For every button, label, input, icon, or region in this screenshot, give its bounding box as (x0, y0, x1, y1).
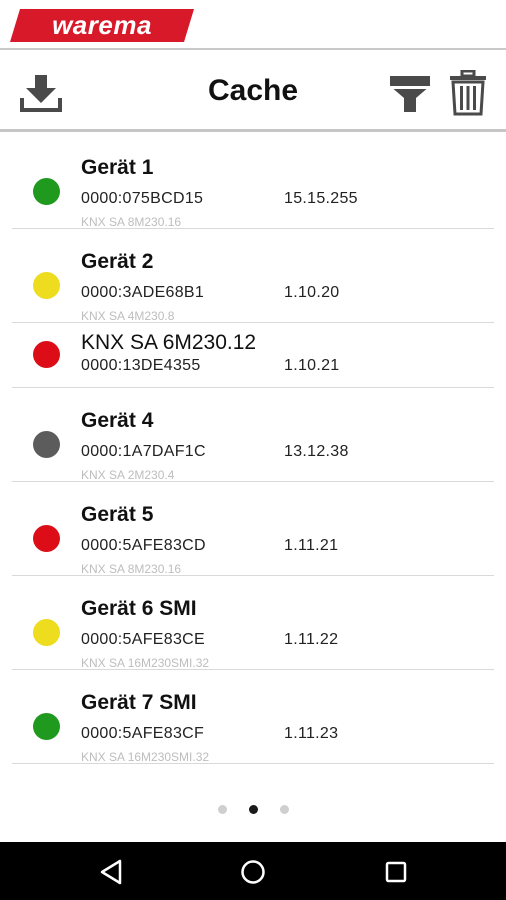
page-dot-3[interactable] (279, 805, 289, 814)
list-item[interactable]: Gerät 7 SMI 0000:5AFE83CF 1.11.23 KNX SA… (12, 670, 494, 764)
list-item[interactable]: Gerät 6 SMI 0000:5AFE83CE 1.11.22 KNX SA… (12, 576, 494, 670)
device-type: KNX SA 8M230.16 (81, 562, 182, 576)
home-icon (241, 860, 265, 884)
home-button[interactable] (237, 856, 269, 888)
device-name: Gerät 2 (81, 250, 154, 273)
device-name: Gerät 5 (81, 503, 154, 526)
device-name: Gerät 6 SMI (81, 597, 197, 620)
recent-apps-button[interactable] (380, 856, 412, 888)
device-name: Gerät 7 SMI (81, 691, 197, 714)
status-indicator (33, 431, 60, 458)
system-nav-bar (0, 842, 506, 900)
warema-logo: warema (10, 9, 194, 42)
logo-text: warema (52, 10, 152, 40)
status-indicator (33, 525, 60, 552)
device-type: KNX SA 8M230.16 (81, 215, 182, 229)
recent-apps-icon (385, 861, 407, 883)
list-item[interactable]: Gerät 4 0000:1A7DAF1C 13.12.38 KNX SA 2M… (12, 388, 494, 482)
status-indicator (33, 713, 60, 740)
page-dot-1[interactable] (217, 805, 227, 814)
device-address: 0000:5AFE83CF (81, 725, 205, 742)
device-address: 0000:5AFE83CD (81, 537, 206, 554)
trash-icon (450, 70, 486, 116)
device-address: 0000:13DE4355 (81, 357, 201, 374)
status-indicator (33, 341, 60, 368)
device-version: 13.12.38 (284, 443, 349, 460)
toolbar: Cache (0, 52, 506, 132)
device-address: 0000:5AFE83CE (81, 631, 205, 648)
device-type: KNX SA 16M230SMI.32 (81, 656, 210, 670)
device-version: 1.10.20 (284, 284, 340, 301)
back-icon (100, 859, 122, 885)
device-version: 1.11.22 (284, 631, 339, 648)
device-version: 1.10.21 (284, 357, 340, 374)
list-item[interactable]: Gerät 1 0000:075BCD15 15.15.255 KNX SA 8… (12, 135, 494, 229)
status-indicator (33, 272, 60, 299)
back-button[interactable] (95, 856, 127, 888)
filter-icon (390, 76, 430, 112)
filter-button[interactable] (385, 68, 435, 118)
page-dot-2-active[interactable] (248, 805, 258, 814)
device-address: 0000:3ADE68B1 (81, 284, 205, 301)
device-version: 1.11.21 (284, 537, 339, 554)
delete-button[interactable] (443, 68, 493, 118)
device-address: 0000:075BCD15 (81, 190, 204, 207)
brand-header: warema (0, 0, 506, 50)
device-name: KNX SA 6M230.12 (81, 331, 257, 354)
device-list: Gerät 1 0000:075BCD15 15.15.255 KNX SA 8… (0, 135, 506, 764)
list-item[interactable]: Gerät 5 0000:5AFE83CD 1.11.21 KNX SA 8M2… (12, 482, 494, 576)
device-version: 15.15.255 (284, 190, 358, 207)
device-type: KNX SA 2M230.4 (81, 468, 175, 482)
page-indicator (0, 805, 506, 819)
list-item[interactable]: KNX SA 6M230.12 0000:13DE4355 1.10.21 (12, 323, 494, 388)
device-address: 0000:1A7DAF1C (81, 443, 206, 460)
list-item[interactable]: Gerät 2 0000:3ADE68B1 1.10.20 KNX SA 4M2… (12, 229, 494, 323)
device-name: Gerät 1 (81, 156, 154, 179)
device-type: KNX SA 16M230SMI.32 (81, 750, 210, 764)
status-indicator (33, 619, 60, 646)
device-type: KNX SA 4M230.8 (81, 309, 175, 323)
status-indicator (33, 178, 60, 205)
device-version: 1.11.23 (284, 725, 339, 742)
device-name: Gerät 4 (81, 409, 154, 432)
